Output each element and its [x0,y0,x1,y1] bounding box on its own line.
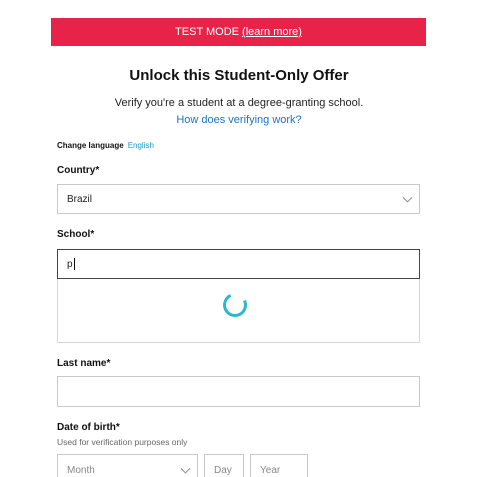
page-subtitle: Verify you're a student at a degree-gran… [114,97,364,109]
how-verifying-works-link[interactable]: How does verifying work? [0,114,478,126]
school-suggestions-dropdown [57,279,420,343]
language-option-english[interactable]: English [128,141,154,150]
language-selector: Change language English [57,141,154,150]
country-value: Brazil [67,193,93,205]
learn-more-link[interactable]: (learn more) [242,26,302,38]
chevron-down-icon [180,463,191,474]
birth-year-placeholder: Year [260,464,281,476]
verification-page: TEST MODE (learn more) Unlock this Stude… [0,0,478,477]
change-language-label: Change language [57,141,124,150]
loading-spinner-icon [219,289,251,321]
school-input[interactable]: p [57,249,420,279]
country-select[interactable]: Brazil [57,184,420,214]
text-cursor [73,258,75,270]
birth-day-input[interactable]: Day [204,454,244,477]
birth-month-select[interactable]: Month [57,454,198,477]
school-label: School* [57,229,95,240]
date-of-birth-hint: Used for verification purposes only [57,437,188,447]
test-mode-text: TEST MODE [175,26,240,38]
chevron-down-icon [402,192,413,203]
birth-month-placeholder: Month [67,464,95,476]
birth-year-input[interactable]: Year [250,454,308,477]
school-input-value: p [67,258,73,270]
country-label: Country* [57,165,100,176]
birth-day-placeholder: Day [214,464,232,476]
page-title: Unlock this Student-Only Offer [129,67,349,84]
date-of-birth-label: Date of birth* [57,422,120,433]
last-name-input[interactable] [57,376,420,407]
last-name-label: Last name* [57,358,111,369]
test-mode-banner: TEST MODE (learn more) [51,18,426,46]
